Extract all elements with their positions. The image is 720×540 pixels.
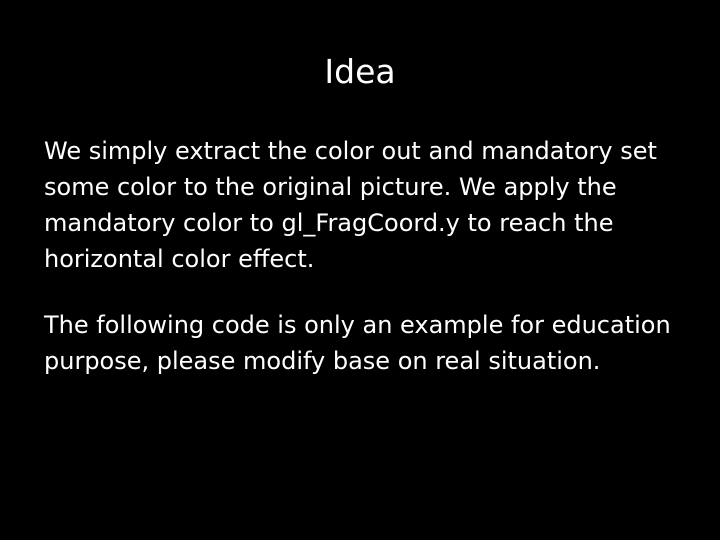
- slide-title: Idea: [324, 52, 396, 91]
- paragraph-idea: We simply extract the color out and mand…: [44, 137, 657, 273]
- paragraph-disclaimer: The following code is only an example fo…: [44, 311, 671, 375]
- slide: Idea We simply extract the color out and…: [0, 0, 720, 540]
- slide-body: We simply extract the color out and mand…: [44, 133, 684, 409]
